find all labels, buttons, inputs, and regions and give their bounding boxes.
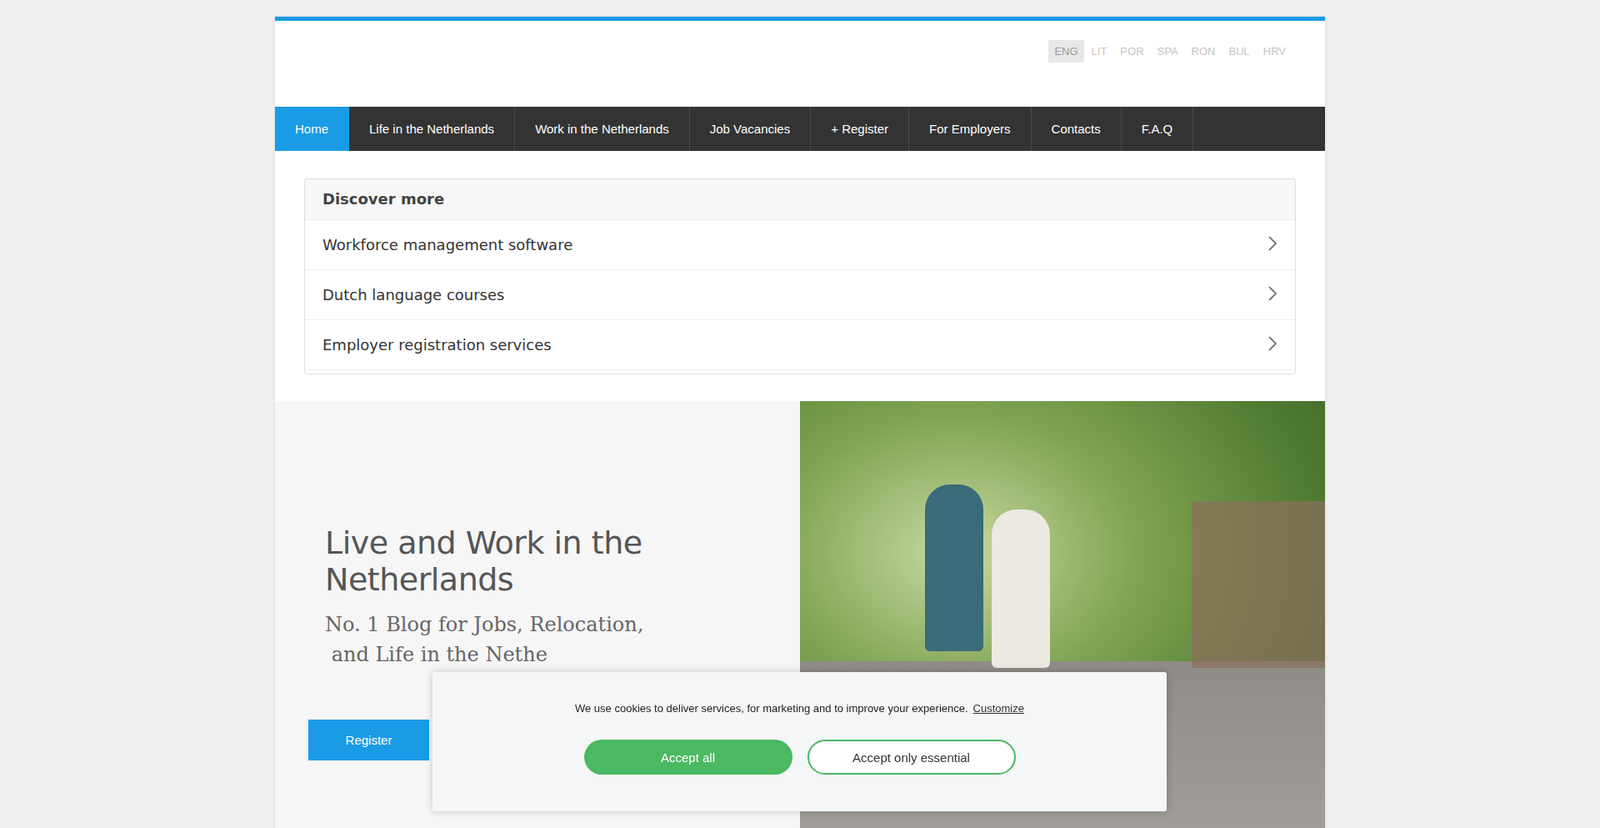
person [991, 509, 1050, 668]
main-nav: HomeLife in the NetherlandsWork in the N… [275, 106, 1325, 151]
nav-item[interactable]: Life in the Netherlands [349, 106, 515, 151]
header: ENGLITPORSPARONBULHRV [275, 20, 1325, 107]
nav-item[interactable]: Job Vacancies [690, 106, 811, 151]
discover-title: Discover more [305, 179, 1295, 220]
language-item[interactable]: BUL [1222, 40, 1255, 63]
register-button[interactable]: Register [308, 719, 430, 760]
language-list: ENGLITPORSPARONBULHRV [1048, 40, 1292, 63]
cookie-text: We use cookies to deliver services, for … [575, 701, 1025, 715]
nav-item[interactable]: Contacts [1031, 106, 1122, 151]
person [925, 484, 984, 651]
customize-link[interactable]: Customize [973, 701, 1025, 715]
nav-item[interactable]: For Employers [909, 106, 1032, 151]
cookie-button[interactable]: Accept only essential [807, 739, 1016, 775]
language-item[interactable]: RON [1185, 40, 1222, 63]
cookie-buttons: Accept all Accept only essential [584, 739, 1016, 775]
language-item[interactable]: LIT [1085, 40, 1114, 63]
cookie-button[interactable]: Accept all [584, 739, 793, 775]
discover-item[interactable]: Dutch language courses [305, 269, 1295, 320]
language-item[interactable]: ENG [1048, 40, 1084, 63]
chevron-right-icon [1267, 285, 1278, 305]
discover-label: Employer registration services [322, 335, 552, 354]
cookie-banner: We use cookies to deliver services, for … [432, 671, 1167, 811]
cookie-message: We use cookies to deliver services, for … [575, 701, 969, 715]
language-item[interactable]: HRV [1257, 40, 1292, 63]
chevron-right-icon [1267, 235, 1278, 255]
nav-item[interactable]: + Register [810, 106, 910, 151]
nav-item[interactable]: F.A.Q [1121, 106, 1195, 151]
building [1191, 500, 1325, 668]
nav-item[interactable]: Home [275, 106, 350, 151]
subtitle-line: and Life in the Nethe [325, 639, 800, 670]
discover-item[interactable]: Employer registration services [305, 319, 1295, 370]
discover-item[interactable]: Workforce management software [305, 219, 1295, 270]
discover-label: Workforce management software [322, 235, 573, 254]
hero-subtitle: No. 1 Blog for Jobs, Relocation, and Lif… [325, 609, 800, 670]
discover-label: Dutch language courses [322, 285, 505, 304]
chevron-right-icon [1267, 335, 1278, 355]
language-item[interactable]: SPA [1151, 40, 1185, 63]
subtitle-line: No. 1 Blog for Jobs, Relocation, [325, 609, 800, 640]
discover-box: Discover more Workforce management softwa… [304, 178, 1296, 375]
language-item[interactable]: POR [1114, 40, 1150, 63]
hero-title: Live and Work in the Netherlands [325, 524, 800, 598]
nav-item[interactable]: Work in the Netherlands [515, 106, 690, 151]
